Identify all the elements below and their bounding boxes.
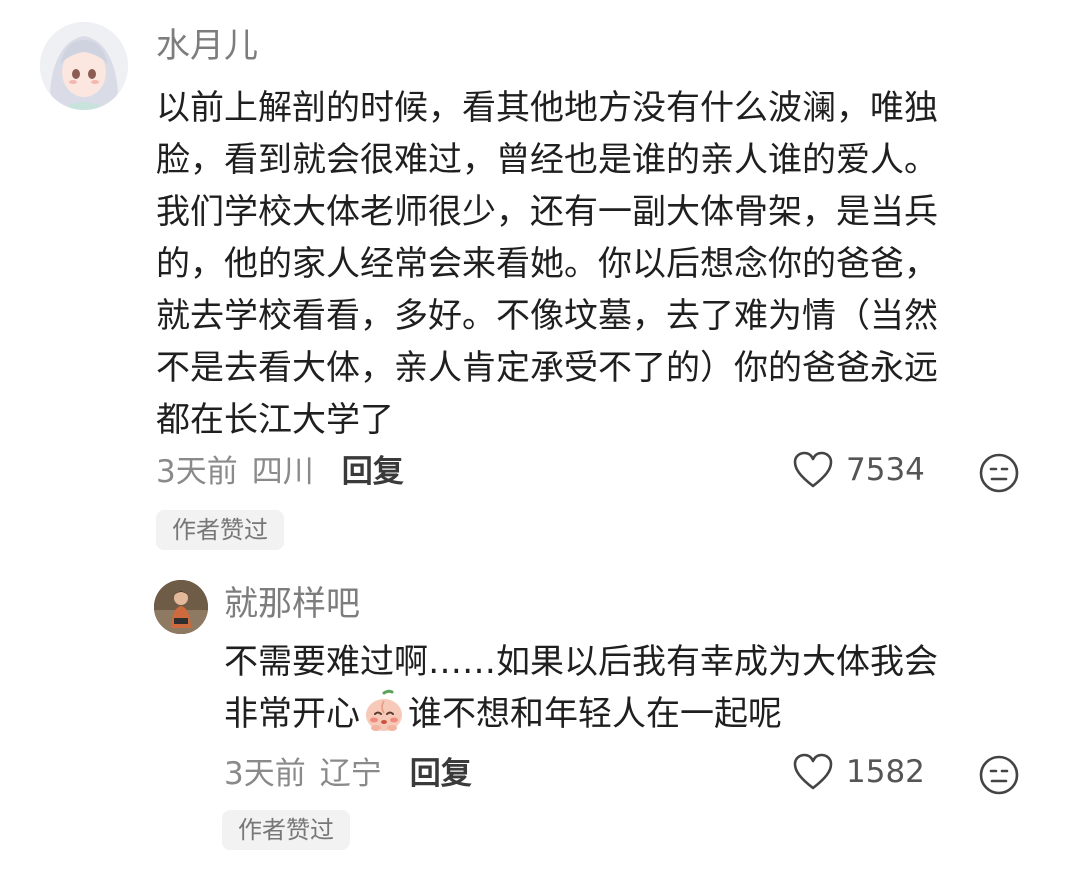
username[interactable]: 就那样吧 — [224, 584, 360, 624]
comment-time: 3天前 — [224, 756, 306, 792]
user-avatar[interactable] — [40, 22, 128, 110]
reply-button[interactable]: 回复 — [410, 756, 472, 792]
comment-text-line: 非常开心 谁不想和年轻人在一起呢 — [224, 688, 938, 740]
like-count: 7534 — [846, 452, 925, 488]
comment-text: 以前上解剖的时候，看其他地方没有什么波澜，唯独 脸，看到就会很难过，曾经也是谁的… — [156, 82, 938, 446]
comment-text: 不需要难过啊……如果以后我有幸成为大体我会 非常开心 谁不想和年轻人在一起呢 — [224, 636, 938, 740]
like-count: 1582 — [846, 754, 925, 790]
face-emoji-icon[interactable] — [978, 754, 1020, 800]
comment-time: 3天前 — [156, 454, 238, 490]
comment-text-line: 我们学校大体老师很少，还有一副大体骨架，是当兵 — [156, 192, 938, 232]
comment-text-part: 非常开心 — [224, 694, 360, 734]
shy-peach-emoji — [366, 689, 402, 731]
user-avatar[interactable] — [154, 580, 208, 634]
like-button[interactable]: 1582 — [792, 752, 925, 792]
comment-meta: 3天前 四川 回复 — [156, 452, 404, 492]
face-emoji-icon[interactable] — [978, 452, 1020, 498]
username[interactable]: 水月儿 — [156, 26, 258, 66]
comment-location: 四川 — [251, 454, 314, 490]
author-liked-badge: 作者赞过 — [156, 510, 284, 550]
heart-outline-icon — [793, 451, 833, 488]
heart-outline-icon — [793, 753, 833, 790]
comment-2: 就那样吧 不需要难过啊……如果以后我有幸成为大体我会 非常开心 谁不想和年轻人在… — [0, 560, 1080, 877]
comment-text-line: 脸，看到就会很难过，曾经也是谁的亲人谁的爱人。 — [156, 140, 938, 180]
comment-text-part: 谁不想和年轻人在一起呢 — [408, 694, 782, 734]
comment-text-line: 就去学校看看，多好。不像坟墓，去了难为情（当然 — [156, 296, 938, 336]
comment-location: 辽宁 — [319, 756, 382, 792]
comment-text-line: 不是去看大体，亲人肯定承受不了的）你的爸爸永远 — [156, 348, 938, 388]
comment-text-line: 的，他的家人经常会来看她。你以后想念你的爸爸， — [156, 244, 938, 284]
author-liked-badge: 作者赞过 — [222, 810, 350, 850]
comment-meta: 3天前 辽宁 回复 — [224, 754, 472, 794]
comment-text-line: 都在长江大学了 — [156, 400, 394, 440]
comment-text-line: 以前上解剖的时候，看其他地方没有什么波澜，唯独 — [156, 88, 938, 128]
comment-text-line: 不需要难过啊……如果以后我有幸成为大体我会 — [224, 642, 938, 682]
like-button[interactable]: 7534 — [792, 450, 925, 490]
comment-1: 水月儿 以前上解剖的时候，看其他地方没有什么波澜，唯独 脸，看到就会很难过，曾经… — [0, 0, 1080, 560]
reply-button[interactable]: 回复 — [342, 454, 404, 490]
